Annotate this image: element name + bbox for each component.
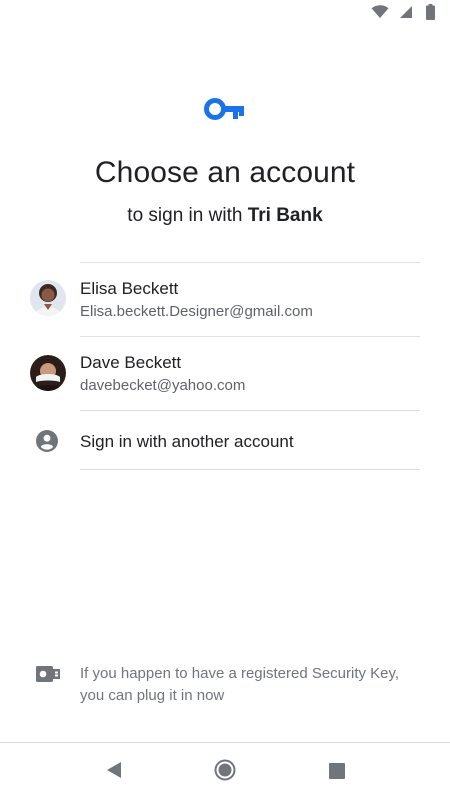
- avatar: [30, 280, 66, 316]
- account-name: Dave Beckett: [80, 353, 182, 372]
- status-bar: [0, 0, 450, 24]
- navigation-bar: [0, 742, 450, 800]
- app-name: Tri Bank: [247, 205, 323, 226]
- account-email: davebecket@yahoo.com: [80, 377, 246, 394]
- account-item-elisa[interactable]: Elisa Beckett Elisa.beckett.Designer@gma…: [0, 263, 450, 337]
- battery-icon: [426, 4, 435, 25]
- signal-icon: [399, 5, 413, 24]
- wifi-icon: [371, 5, 389, 24]
- account-item-dave[interactable]: Dave Beckett davebecket@yahoo.com: [0, 337, 450, 411]
- account-circle-icon: [36, 430, 58, 457]
- back-icon[interactable]: [105, 760, 123, 785]
- security-key-icon: [36, 666, 60, 687]
- another-account-button[interactable]: Sign in with another account: [0, 411, 450, 469]
- subtitle-prefix: to sign in with: [127, 205, 248, 226]
- avatar: [30, 355, 66, 391]
- another-account-label: Sign in with another account: [80, 432, 294, 451]
- account-chooser-screen: Choose an account to sign in with Tri Ba…: [0, 0, 450, 800]
- page-subtitle: to sign in with Tri Bank: [0, 205, 450, 227]
- recents-icon[interactable]: [329, 763, 345, 784]
- security-key-hint: If you happen to have a registered Secur…: [80, 665, 400, 704]
- page-title: Choose an account: [94, 156, 356, 189]
- account-name: Elisa Beckett: [80, 279, 179, 298]
- divider: [80, 469, 420, 470]
- home-icon[interactable]: [214, 759, 236, 786]
- account-email: Elisa.beckett.Designer@gmail.com: [80, 303, 313, 320]
- key-icon: [204, 98, 246, 127]
